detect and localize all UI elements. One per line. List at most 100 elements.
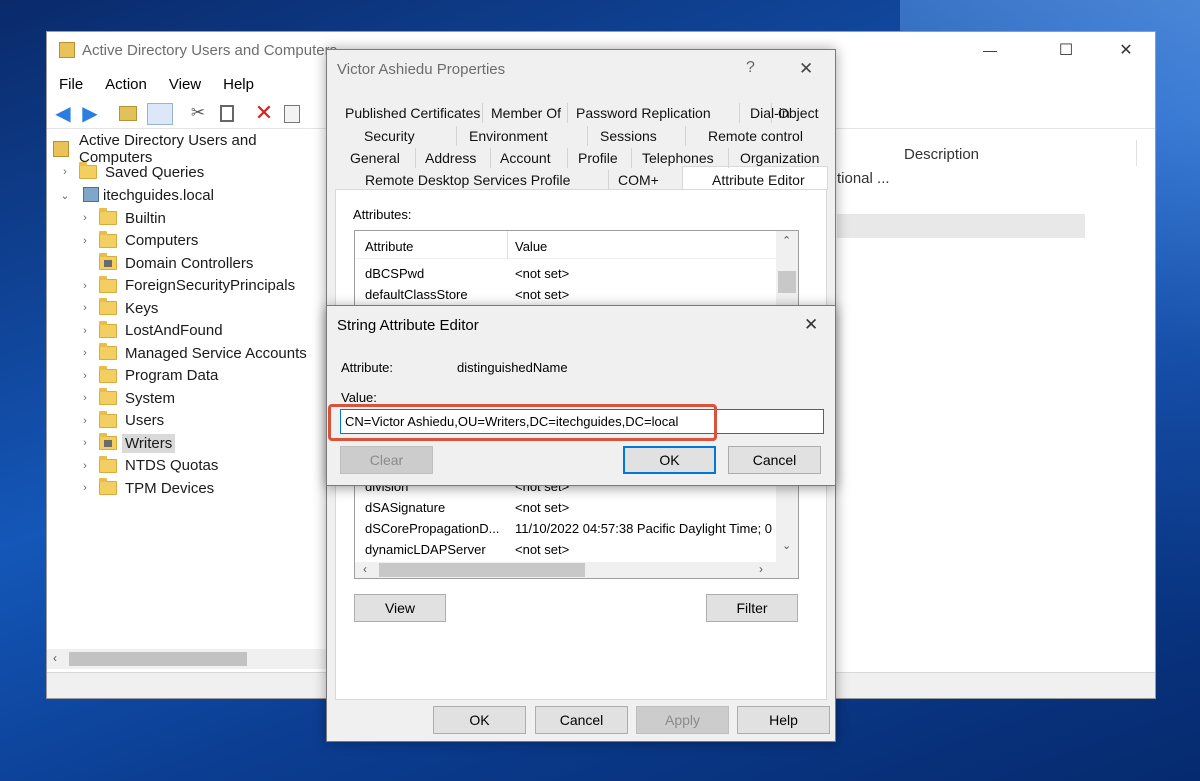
cancel-button[interactable]: Cancel	[535, 706, 628, 734]
editor-cancel-button[interactable]: Cancel	[728, 446, 821, 474]
chevron-right-icon[interactable]: ›	[77, 415, 93, 427]
tab-published-certificates[interactable]: Published Certificates	[345, 105, 480, 121]
col-value[interactable]: Value	[515, 239, 547, 254]
view-button[interactable]: View	[354, 594, 446, 622]
tab-separator	[685, 126, 686, 146]
minimize-button[interactable]: —	[967, 32, 1013, 68]
editor-title: String Attribute Editor	[337, 317, 479, 334]
chevron-right-icon[interactable]: ›	[77, 437, 93, 449]
tab-profile[interactable]: Profile	[578, 150, 618, 166]
tab-account[interactable]: Account	[500, 150, 551, 166]
up-folder-icon[interactable]	[119, 106, 137, 121]
tree-item-tpm-devices[interactable]: › TPM Devices	[77, 477, 214, 499]
chevron-right-icon[interactable]: ›	[77, 302, 93, 314]
tree-item-saved-queries[interactable]: › Saved Queries	[57, 161, 204, 183]
tab-remote-control[interactable]: Remote control	[708, 128, 803, 144]
chevron-right-icon[interactable]: ›	[57, 166, 73, 178]
tree-root[interactable]: Active Directory Users and Computers	[53, 132, 327, 166]
menu-view[interactable]: View	[169, 76, 201, 93]
back-arrow-icon[interactable]: ◀	[53, 103, 73, 125]
properties-icon[interactable]	[284, 105, 300, 123]
tree-item-lostandfound[interactable]: › LostAndFound	[77, 320, 223, 342]
help-button[interactable]: Help	[737, 706, 830, 734]
col-attribute[interactable]: Attribute	[365, 239, 413, 254]
tab-telephones[interactable]: Telephones	[642, 150, 714, 166]
chevron-right-icon[interactable]: ›	[77, 370, 93, 382]
attribute-value: <not set>	[515, 499, 570, 515]
tree-item-domain-controllers[interactable]: Domain Controllers	[77, 252, 253, 274]
tree-item-ntds-quotas[interactable]: › NTDS Quotas	[77, 455, 218, 477]
scroll-down-icon[interactable]: ⌄	[782, 539, 791, 552]
hscroll-thumb[interactable]	[379, 563, 585, 577]
tab-password-replication[interactable]: Password Replication	[576, 105, 711, 121]
chevron-down-icon[interactable]: ⌄	[57, 189, 73, 202]
tree-item-foreignsecurityprincipals[interactable]: › ForeignSecurityPrincipals	[77, 275, 295, 297]
tree-item-builtin[interactable]: › Builtin	[77, 207, 166, 229]
editor-close-button[interactable]: ✕	[804, 315, 818, 335]
editor-ok-button[interactable]: OK	[623, 446, 716, 474]
tree-item-system[interactable]: › System	[77, 387, 175, 409]
ok-button[interactable]: OK	[433, 706, 526, 734]
scrollbar-thumb[interactable]	[69, 652, 247, 666]
tree-label: LostAndFound	[125, 322, 223, 339]
menu-file[interactable]: File	[59, 76, 83, 93]
delete-icon[interactable]: ✕	[253, 100, 275, 125]
tab-member-of[interactable]: Member Of	[491, 105, 561, 121]
attribute-row[interactable]: dBCSPwd <not set>	[365, 263, 569, 283]
tab-security[interactable]: Security	[364, 128, 415, 144]
chevron-right-icon[interactable]: ›	[77, 347, 93, 359]
tree-item-managed-service-accounts[interactable]: › Managed Service Accounts	[77, 342, 307, 364]
tree-scrollbar[interactable]: ‹	[47, 649, 327, 669]
menu-action[interactable]: Action	[105, 76, 147, 93]
attributes-hscroll[interactable]: ‹ ›	[355, 562, 798, 578]
chevron-right-icon[interactable]: ›	[77, 235, 93, 247]
close-button[interactable]: ✕	[1103, 32, 1149, 68]
scroll-up-icon[interactable]: ⌃	[782, 234, 791, 247]
tree-item-program-data[interactable]: › Program Data	[77, 365, 218, 387]
tree-item-writers[interactable]: › Writers	[77, 432, 176, 454]
tab-address[interactable]: Address	[425, 150, 476, 166]
column-description[interactable]: Description	[904, 146, 979, 163]
chevron-right-icon[interactable]: ›	[77, 280, 93, 292]
chevron-right-icon[interactable]: ›	[77, 482, 93, 494]
list-row-selected[interactable]	[837, 214, 1085, 238]
tree-item-keys[interactable]: › Keys	[77, 297, 158, 319]
tab-object[interactable]: Object	[778, 105, 818, 121]
apply-button[interactable]: Apply	[636, 706, 729, 734]
scroll-right-icon[interactable]: ›	[759, 562, 763, 576]
attribute-row[interactable]: dynamicLDAPServer <not set>	[365, 539, 569, 559]
vscroll-thumb[interactable]	[778, 271, 796, 293]
chevron-right-icon[interactable]: ›	[77, 460, 93, 472]
tab-attribute-editor[interactable]: Attribute Editor	[712, 172, 805, 188]
clear-button[interactable]: Clear	[340, 446, 433, 474]
help-question-button[interactable]: ?	[746, 59, 755, 77]
tab-general[interactable]: General	[350, 150, 400, 166]
attribute-row[interactable]: dSCorePropagationD... 11/10/2022 04:57:38…	[365, 518, 772, 538]
tab-remote-desktop-services-profile[interactable]: Remote Desktop Services Profile	[365, 172, 570, 188]
tab-com-[interactable]: COM+	[618, 172, 659, 188]
tree-item-domain[interactable]: ⌄ itechguides.local	[57, 184, 214, 206]
scroll-left-icon[interactable]: ‹	[53, 651, 57, 665]
tree-label: TPM Devices	[125, 479, 215, 497]
chevron-right-icon[interactable]: ›	[77, 392, 93, 404]
tab-sessions[interactable]: Sessions	[600, 128, 657, 144]
scroll-left-icon[interactable]: ‹	[363, 562, 367, 576]
forward-arrow-icon[interactable]: ▶	[80, 103, 100, 125]
console-tree-icon[interactable]	[147, 103, 173, 125]
filter-button[interactable]: Filter	[706, 594, 798, 622]
clipboard-icon[interactable]	[220, 105, 234, 122]
tab-environment[interactable]: Environment	[469, 128, 548, 144]
tree-item-users[interactable]: › Users	[77, 410, 164, 432]
tab-organization[interactable]: Organization	[740, 150, 819, 166]
menu-help[interactable]: Help	[223, 76, 254, 93]
cut-icon[interactable]: ✂	[188, 102, 208, 124]
attribute-name: distinguishedName	[457, 360, 568, 375]
chevron-right-icon[interactable]: ›	[77, 325, 93, 337]
tree-label: Saved Queries	[105, 163, 205, 181]
attribute-row[interactable]: defaultClassStore <not set>	[365, 284, 569, 304]
properties-close-button[interactable]: ✕	[799, 59, 813, 79]
tree-item-computers[interactable]: › Computers	[77, 230, 198, 252]
attribute-row[interactable]: dSASignature <not set>	[365, 497, 569, 517]
chevron-right-icon[interactable]: ›	[77, 212, 93, 224]
maximize-button[interactable]: ☐	[1043, 32, 1089, 68]
